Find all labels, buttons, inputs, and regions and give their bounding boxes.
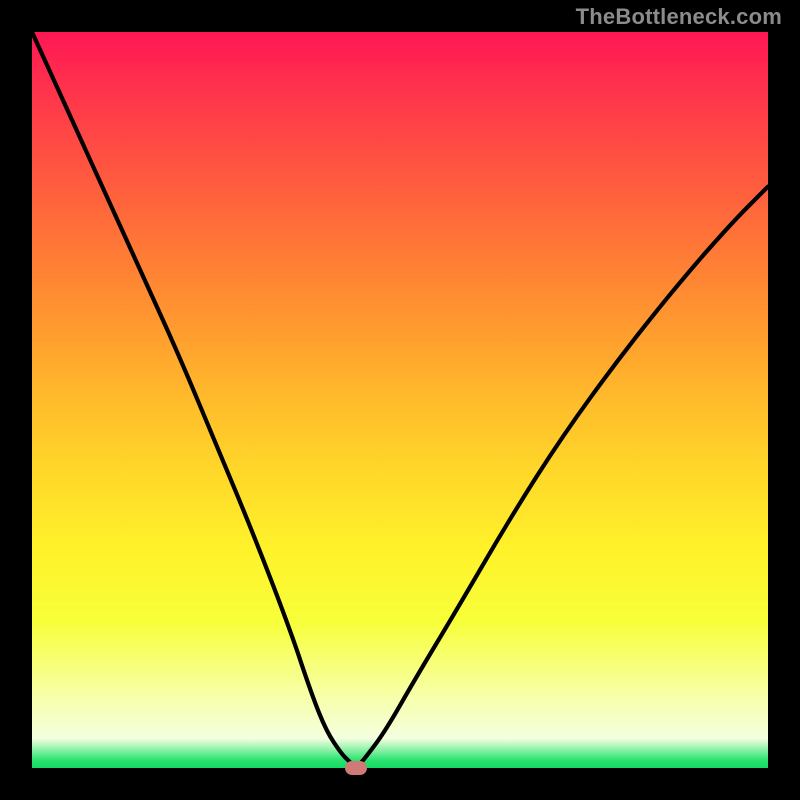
plot-area xyxy=(32,32,768,768)
minimum-marker xyxy=(345,761,367,775)
curve-svg xyxy=(32,32,768,768)
chart-frame: TheBottleneck.com xyxy=(0,0,800,800)
bottleneck-curve xyxy=(32,32,768,766)
watermark-text: TheBottleneck.com xyxy=(576,4,782,30)
